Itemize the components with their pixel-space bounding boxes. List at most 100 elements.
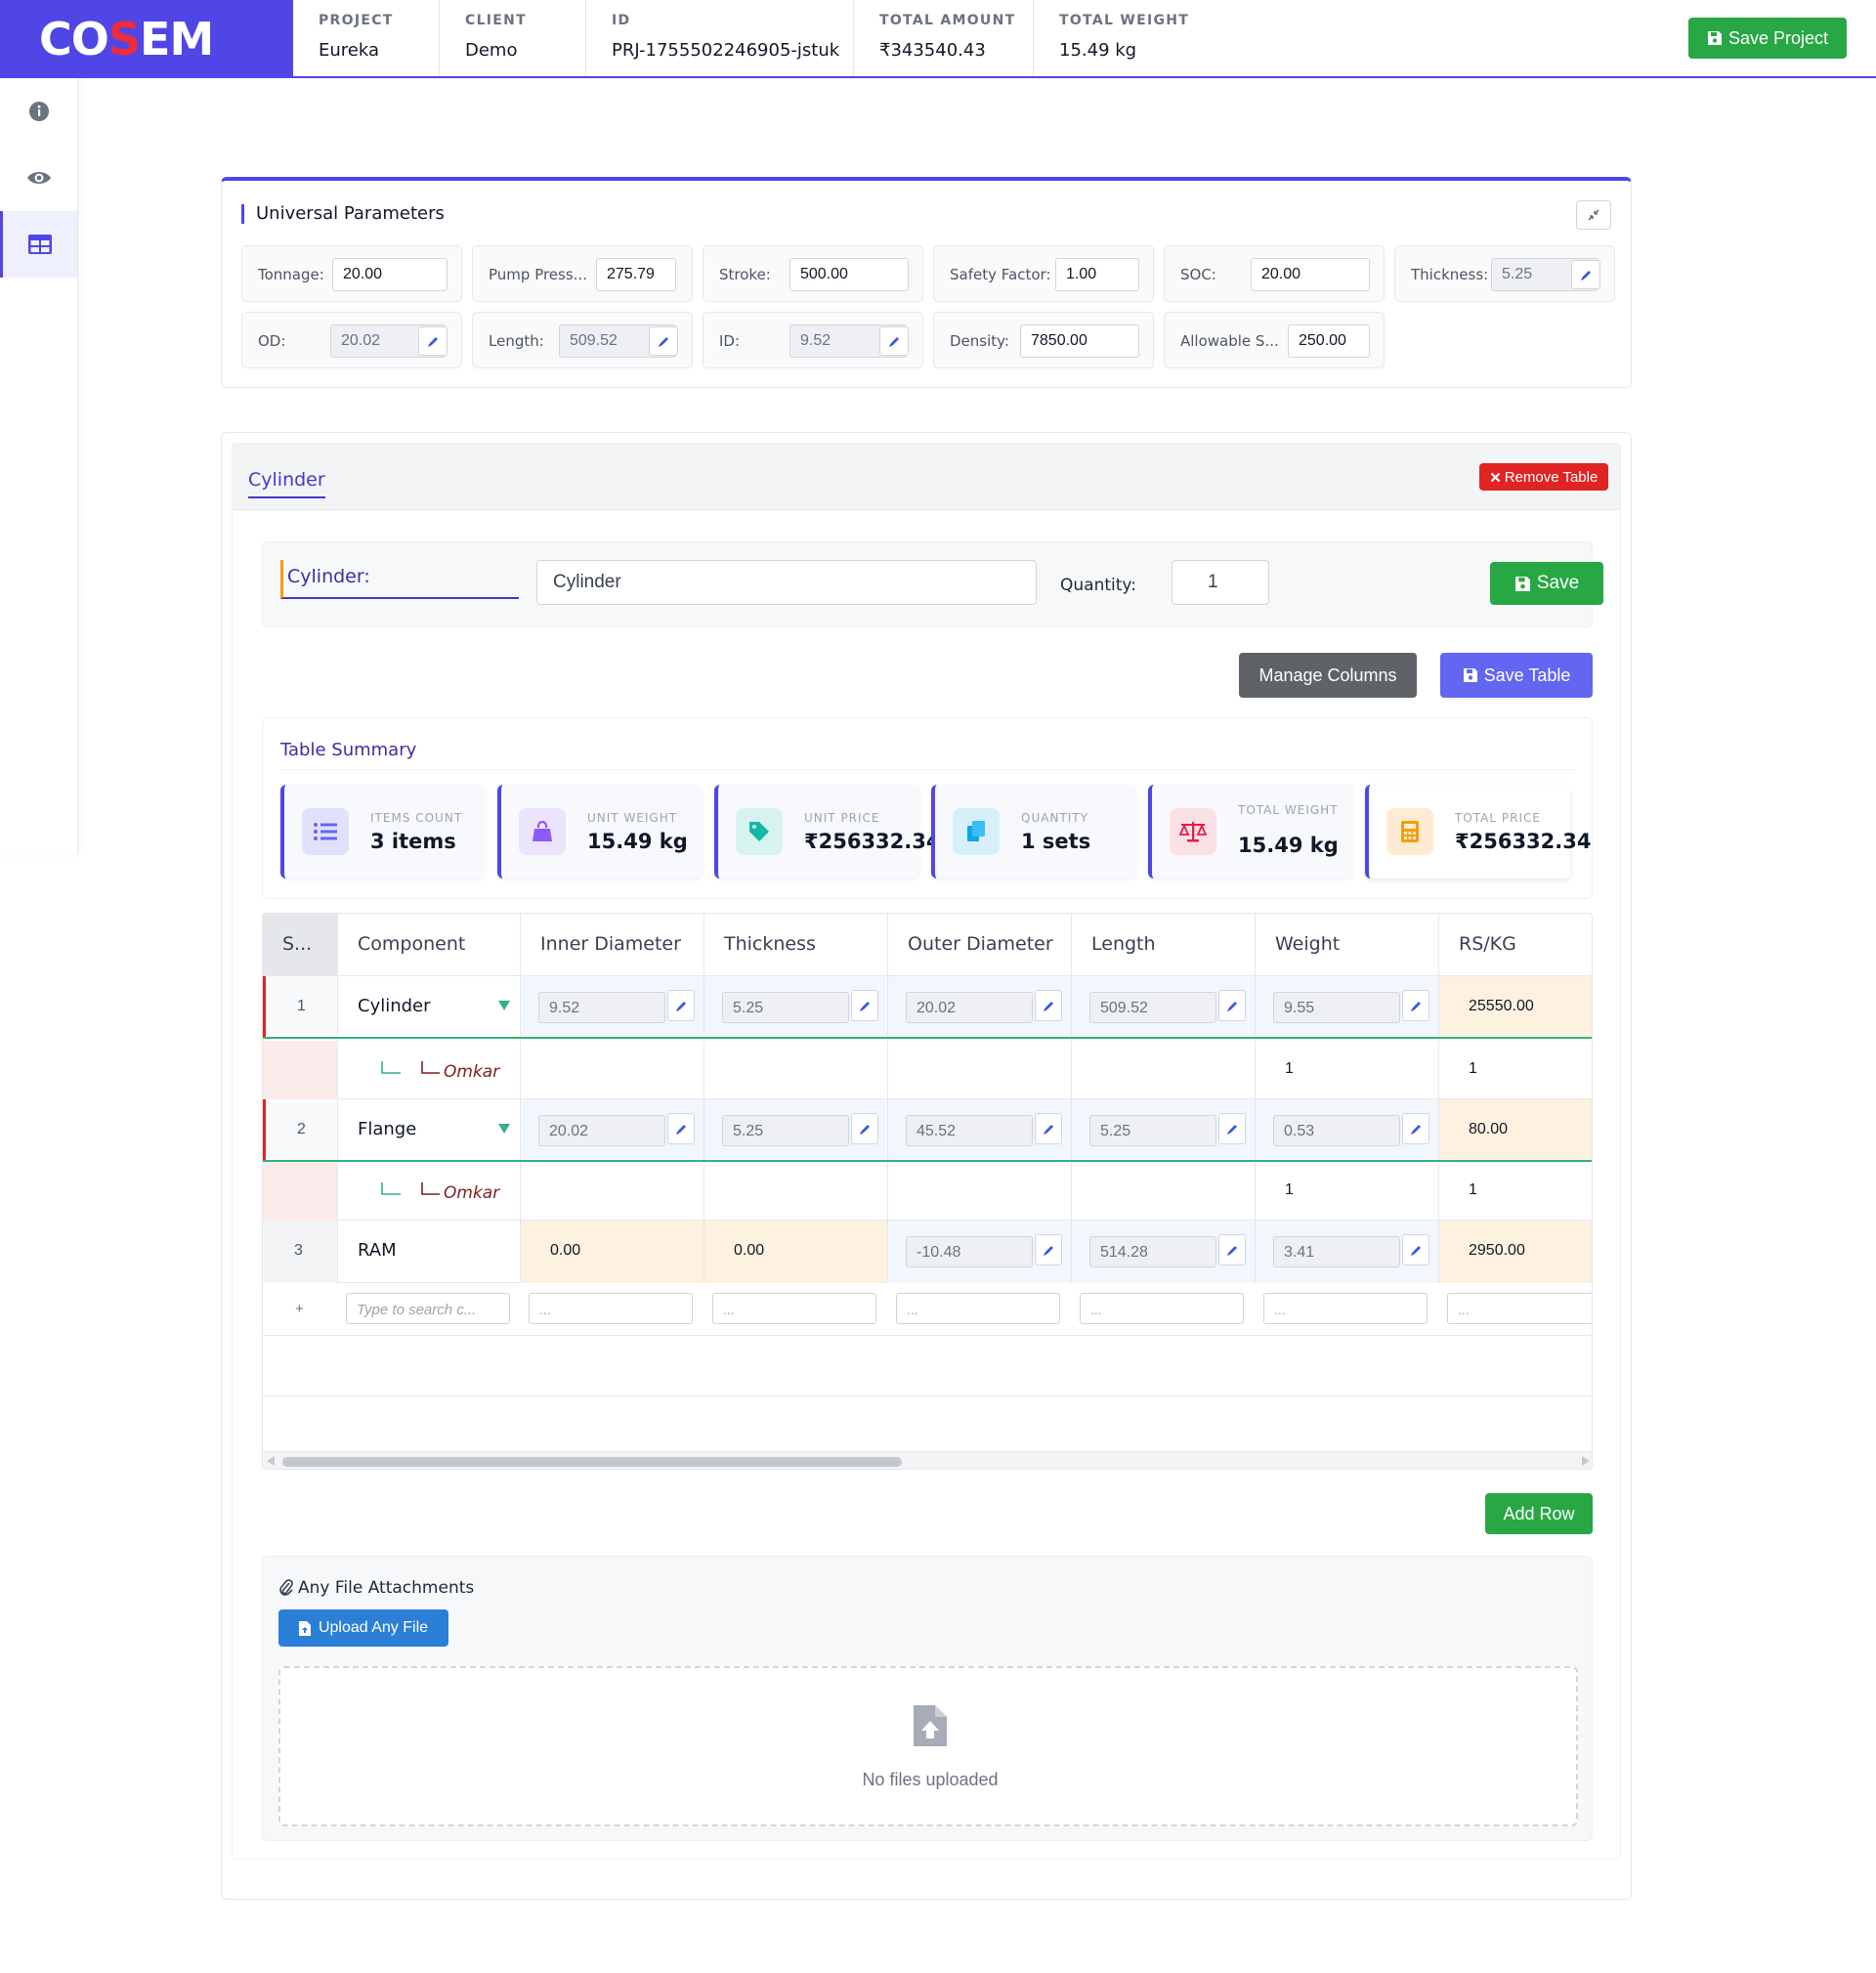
param-density: Density: 7850.00: [933, 312, 1154, 368]
weight-cell[interactable]: 9.55: [1273, 992, 1400, 1023]
thickness-cell[interactable]: 5.25: [722, 1115, 849, 1146]
caret-down-icon[interactable]: [498, 1001, 510, 1010]
column-header-weight[interactable]: Weight: [1256, 914, 1439, 976]
param-input[interactable]: 275.79: [596, 258, 676, 291]
edit-button[interactable]: [851, 1113, 878, 1144]
stat-label: UNIT WEIGHT: [587, 811, 678, 825]
scroll-right-icon[interactable]: [1582, 1456, 1590, 1466]
remove-table-button[interactable]: Remove Table: [1479, 463, 1608, 491]
inner-diameter-cell[interactable]: 0.00: [550, 1242, 580, 1260]
rs-kg-cell[interactable]: 80.00: [1469, 1121, 1508, 1138]
sub-item-name: Omkar: [444, 1183, 500, 1203]
column-header-length[interactable]: Length: [1072, 914, 1256, 976]
length-cell[interactable]: 5.25: [1089, 1115, 1216, 1146]
param-input[interactable]: 1.00: [1055, 258, 1139, 291]
new-rs-kg-input[interactable]: ...: [1447, 1293, 1592, 1324]
edit-button[interactable]: [1218, 1113, 1246, 1144]
sidebar-item-tables[interactable]: [0, 211, 77, 278]
sub-rs-kg-cell[interactable]: 1: [1469, 1181, 1477, 1199]
param-input[interactable]: 20.00: [332, 258, 448, 291]
scroll-left-icon[interactable]: [267, 1456, 275, 1466]
outer-diameter-cell[interactable]: 20.02: [906, 992, 1033, 1023]
stat-value: 15.49 kg: [587, 830, 688, 853]
top-header: COSEM PROJECT Eureka CLIENT Demo ID PRJ-…: [0, 0, 1876, 78]
new-length-input[interactable]: ...: [1080, 1293, 1244, 1324]
edit-button[interactable]: [879, 326, 909, 356]
edit-button[interactable]: [851, 990, 878, 1021]
new-outer-diameter-input[interactable]: ...: [896, 1293, 1060, 1324]
sub-weight-cell[interactable]: 1: [1285, 1060, 1294, 1078]
sub-row[interactable]: Omkar 1 1: [263, 1041, 1592, 1099]
edit-button[interactable]: [1035, 1113, 1062, 1144]
tab-cylinder[interactable]: Cylinder: [248, 469, 325, 498]
edit-button[interactable]: [1035, 990, 1062, 1021]
table-row[interactable]: 3 RAM 0.00 0.00 -10.48 514.28 3.41 2950.…: [263, 1221, 1592, 1283]
edit-button[interactable]: [418, 326, 448, 356]
outer-diameter-cell[interactable]: 45.52: [906, 1115, 1033, 1146]
add-row-button[interactable]: Add Row: [1485, 1493, 1593, 1534]
file-dropzone[interactable]: No files uploaded: [278, 1666, 1578, 1826]
column-header-serial[interactable]: S...: [263, 914, 338, 976]
weight-cell[interactable]: 0.53: [1273, 1115, 1400, 1146]
edit-button[interactable]: [1402, 1113, 1429, 1144]
rs-kg-cell[interactable]: 25550.00: [1469, 998, 1534, 1015]
collapse-button[interactable]: [1576, 200, 1611, 230]
edit-button[interactable]: [667, 1113, 695, 1144]
weight-cell[interactable]: 3.41: [1273, 1236, 1400, 1267]
column-header-rs-kg[interactable]: RS/KG: [1439, 914, 1592, 976]
table-name-input[interactable]: Cylinder: [536, 560, 1037, 605]
thickness-cell[interactable]: 5.25: [722, 992, 849, 1023]
inner-diameter-cell[interactable]: 20.02: [538, 1115, 665, 1146]
param-input[interactable]: 500.00: [789, 258, 909, 291]
length-cell[interactable]: 509.52: [1089, 992, 1216, 1023]
thickness-cell[interactable]: 0.00: [734, 1242, 764, 1260]
sidebar-item-preview[interactable]: [0, 145, 77, 211]
save-project-button[interactable]: Save Project: [1688, 18, 1847, 59]
column-header-thickness[interactable]: Thickness: [704, 914, 888, 976]
upload-file-button[interactable]: Upload Any File: [278, 1609, 448, 1647]
outer-diameter-cell[interactable]: -10.48: [906, 1236, 1033, 1267]
floppy-icon: [1514, 576, 1530, 591]
edit-button[interactable]: [1218, 1234, 1246, 1265]
sidebar-item-info[interactable]: [0, 78, 77, 145]
stat-label: UNIT PRICE: [804, 811, 880, 825]
new-weight-input[interactable]: ...: [1263, 1293, 1428, 1324]
edit-button[interactable]: [1402, 990, 1429, 1021]
file-attachments: Any File Attachments Upload Any File No …: [262, 1556, 1593, 1841]
rs-kg-cell[interactable]: 2950.00: [1469, 1242, 1525, 1260]
manage-columns-button[interactable]: Manage Columns: [1239, 653, 1417, 698]
param-input[interactable]: 7850.00: [1020, 324, 1139, 358]
sub-weight-cell[interactable]: 1: [1285, 1181, 1294, 1199]
column-header-component[interactable]: Component: [338, 914, 521, 976]
edit-button[interactable]: [1218, 990, 1246, 1021]
param-input[interactable]: 20.00: [1251, 258, 1370, 291]
save-button[interactable]: Save: [1490, 562, 1603, 605]
sub-row[interactable]: Omkar 1 1: [263, 1162, 1592, 1221]
length-cell[interactable]: 514.28: [1089, 1236, 1216, 1267]
edit-button[interactable]: [667, 990, 695, 1021]
column-header-outer-diameter[interactable]: Outer Diameter: [888, 914, 1072, 976]
edit-button[interactable]: [1035, 1234, 1062, 1265]
new-thickness-input[interactable]: ...: [712, 1293, 876, 1324]
new-inner-diameter-input[interactable]: ...: [529, 1293, 693, 1324]
sub-rs-kg-cell[interactable]: 1: [1469, 1060, 1477, 1078]
sub-item-name: Omkar: [444, 1062, 500, 1082]
inner-diameter-cell[interactable]: 9.52: [538, 992, 665, 1023]
caret-down-icon[interactable]: [498, 1124, 510, 1134]
edit-button[interactable]: [1402, 1234, 1429, 1265]
horizontal-scrollbar[interactable]: [263, 1451, 1592, 1469]
param-label: OD:: [258, 332, 286, 350]
edit-button[interactable]: [649, 326, 678, 356]
table-row[interactable]: 2 Flange 20.02 5.25 45.52 5.25 0.53 80.0…: [263, 1099, 1592, 1162]
edit-button[interactable]: [1571, 260, 1600, 289]
save-table-button[interactable]: Save Table: [1440, 653, 1593, 698]
column-header-inner-diameter[interactable]: Inner Diameter: [521, 914, 704, 976]
app-logo[interactable]: COSEM: [0, 0, 293, 78]
param-label: ID:: [719, 332, 741, 350]
table-row[interactable]: 1 Cylinder 9.52 5.25 20.02 509.52 9.55 2…: [263, 976, 1592, 1039]
scrollbar-thumb[interactable]: [282, 1457, 902, 1467]
param-input[interactable]: 250.00: [1288, 324, 1370, 358]
quantity-input[interactable]: 1: [1172, 560, 1269, 605]
param-label: Pump Press...: [489, 266, 587, 283]
component-search-input[interactable]: Type to search c...: [346, 1293, 510, 1324]
